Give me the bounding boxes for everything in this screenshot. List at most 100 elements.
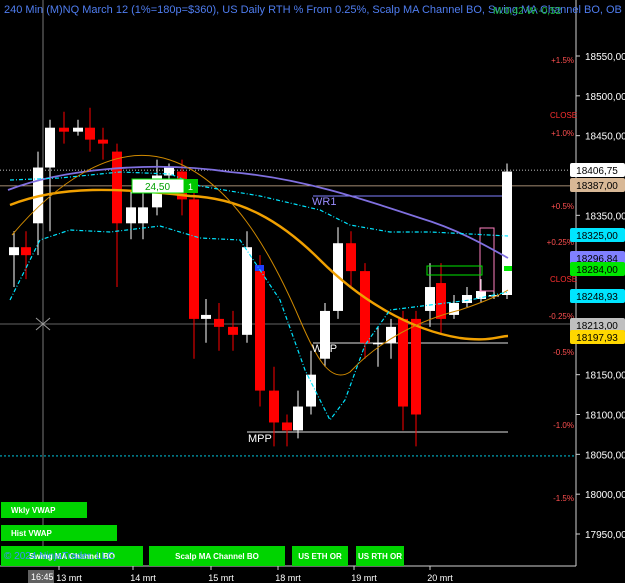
candle-body <box>112 151 122 224</box>
candle <box>126 191 136 240</box>
candle <box>21 231 31 280</box>
candle-body <box>360 271 370 343</box>
candle-body <box>425 287 435 311</box>
percent-label: -0.5% <box>553 348 574 357</box>
time-tick-label: 20 mrt <box>427 573 453 583</box>
mpp-label: MPP <box>248 433 272 445</box>
candle-body <box>373 342 383 345</box>
time-tick-label: 19 mrt <box>351 573 377 583</box>
price-tick-label: 18500,00 <box>585 92 625 103</box>
candle <box>59 111 69 144</box>
time-tick-label: 18 mrt <box>275 573 301 583</box>
candle-body <box>449 302 459 315</box>
candle <box>214 302 224 351</box>
scalp-ma-channel-button[interactable]: Scalp MA Channel BO <box>149 546 285 566</box>
time-tick-label: 15 mrt <box>208 573 234 583</box>
price-tick-label: 18000,00 <box>585 490 625 501</box>
candle <box>462 287 472 307</box>
wpp-label: WPP <box>312 343 337 355</box>
price-axis[interactable]: 18550,00 18500,00 18450,00 18350,00 18150,00… <box>547 52 625 541</box>
percent-label: -1.5% <box>553 494 574 503</box>
candle-body <box>242 247 252 335</box>
candle <box>45 119 55 232</box>
candle <box>112 143 122 288</box>
price-badge-label: 18248,93 <box>576 292 618 303</box>
percent-label: +0.5% <box>551 202 574 211</box>
candle-body <box>9 247 19 256</box>
us-rth-or-button[interactable]: US RTH OR <box>356 546 404 566</box>
price-badge-label: 18197,93 <box>576 333 618 344</box>
candle-body <box>293 406 303 431</box>
candle-body <box>59 127 69 132</box>
price-badge-label: 18387,00 <box>576 181 618 192</box>
time-corner-label: 16:45 <box>31 572 54 582</box>
candle <box>228 310 238 351</box>
candle <box>201 298 211 343</box>
candle-body <box>45 127 55 168</box>
candle-body <box>189 199 199 319</box>
price-tick-label: 18100,00 <box>585 411 625 422</box>
candle-body <box>436 283 446 319</box>
percent-label: +0.25% <box>547 238 574 247</box>
candle-body <box>282 422 292 431</box>
candle <box>282 414 292 447</box>
candle-body <box>476 291 486 299</box>
copyright-notice: © 2024 NinjaTrader, LLC <box>4 551 115 562</box>
percent-label: +1.0% <box>551 129 574 138</box>
mw-overlay-label: M:0,42 W:-0,52 <box>493 6 562 17</box>
price-tick-label: 17950,00 <box>585 530 625 541</box>
candle <box>398 310 408 431</box>
close-label: CLOSE <box>550 111 577 120</box>
price-badge-label: 18325,00 <box>576 231 618 242</box>
pink-outlined-candle <box>479 227 495 292</box>
candlesticks <box>9 107 512 447</box>
price-tick-label: 18150,00 <box>585 371 625 382</box>
price-badge-label: 18406,75 <box>576 166 618 177</box>
candle-body <box>21 247 31 256</box>
candle-body <box>201 314 211 319</box>
candle <box>242 231 252 343</box>
candle-body <box>126 207 136 224</box>
time-axis[interactable]: 16:45 13 mrt 14 mrt 15 mrt 18 mrt 19 mrt 20 mr… <box>28 566 453 583</box>
price-tick-label: 18050,00 <box>585 450 625 461</box>
candle <box>85 107 95 152</box>
price-badge-label: 18284,00 <box>576 265 618 276</box>
candle-body <box>214 318 224 327</box>
value-box-tag-text: 1 <box>188 182 193 192</box>
percent-label: -1.0% <box>553 421 574 430</box>
close-label: CLOSE <box>550 275 577 284</box>
candle-body <box>502 171 512 295</box>
chart-gridlines <box>0 0 577 567</box>
candle <box>346 231 356 288</box>
price-tick-label: 18450,00 <box>585 132 625 143</box>
price-tick-label: 18350,00 <box>585 211 625 222</box>
candle <box>411 310 421 447</box>
candle-body <box>228 326 238 335</box>
hist-vwap-button[interactable]: Hist VWAP <box>1 525 117 541</box>
candle <box>98 127 108 160</box>
us-eth-or-button[interactable]: US ETH OR <box>292 546 348 566</box>
candle <box>306 350 316 415</box>
candle-body <box>269 390 279 423</box>
range-box <box>426 265 483 276</box>
price-chart[interactable]: WR1 WPP MPP 24,50 1 18550,00 18500,00 18450,00… <box>0 0 625 583</box>
percent-label: +1.5% <box>551 56 574 65</box>
candle-body <box>73 127 83 132</box>
time-tick-label: 14 mrt <box>130 573 156 583</box>
candle-body <box>85 127 95 140</box>
candle <box>502 163 512 299</box>
candle <box>255 255 265 407</box>
candle <box>449 295 459 319</box>
candle <box>9 231 19 288</box>
price-tick-label: 18550,00 <box>585 52 625 63</box>
candle-body <box>411 318 421 415</box>
candle-body <box>462 295 472 303</box>
candle <box>360 263 370 359</box>
candle <box>320 302 330 367</box>
candle <box>73 119 83 136</box>
value-box-text: 24,50 <box>145 182 170 193</box>
wkly-vwap-button[interactable]: Wkly VWAP <box>1 502 87 518</box>
candle-body <box>306 374 316 407</box>
upper-channel-line <box>9 171 509 237</box>
wr1-label: WR1 <box>312 196 336 208</box>
